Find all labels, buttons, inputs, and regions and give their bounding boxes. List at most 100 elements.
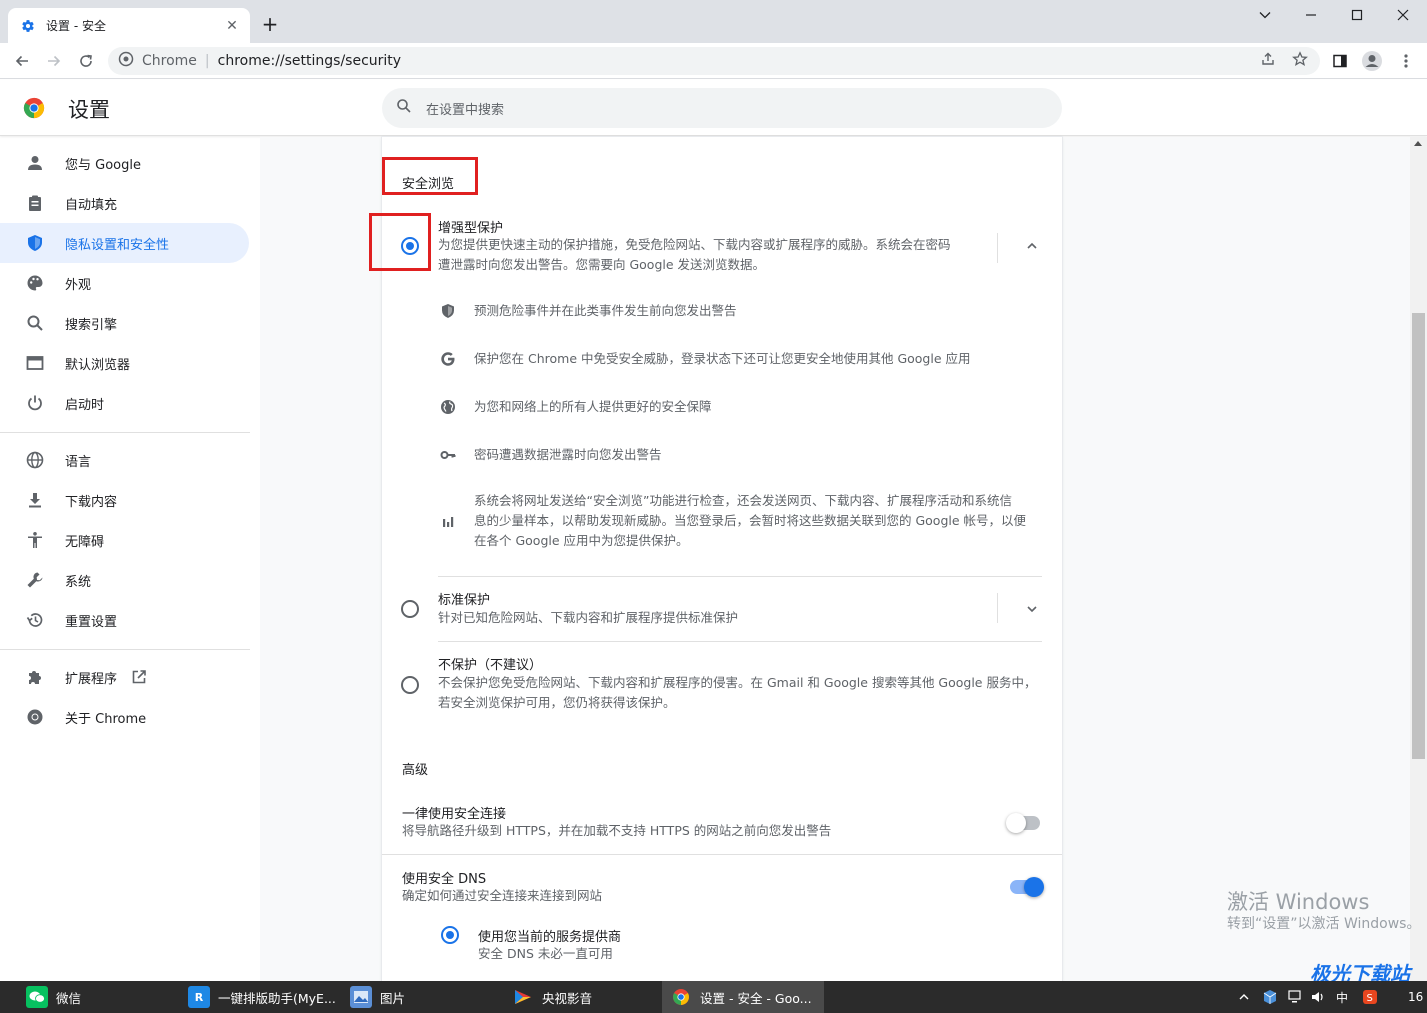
feature-text: 为您和网络上的所有人提供更好的安全保障 (474, 399, 712, 414)
profile-avatar-icon[interactable] (1358, 47, 1386, 75)
palette-icon (24, 272, 46, 294)
svg-text:S: S (1367, 993, 1373, 1004)
row-divider (382, 854, 1062, 855)
desc-line: 为您提供更快速主动的保护措施，免受危险网站、下载内容或扩展程序的威胁。系统会在密… (438, 237, 951, 252)
toggle-knob (1006, 813, 1026, 833)
sidebar-item-label: 隐私设置和安全性 (65, 237, 170, 253)
ime-indicator[interactable]: 中 (1336, 981, 1348, 1013)
secure-dns-toggle[interactable] (1010, 877, 1044, 897)
taskbar-item-cctv[interactable]: 央视影音 (504, 981, 660, 1013)
sidebar-item-default-browser[interactable]: 默认浏览器 (0, 343, 249, 383)
minimize-icon[interactable] (1288, 0, 1334, 30)
maximize-icon[interactable] (1334, 0, 1380, 30)
tray-chevron-icon[interactable] (1238, 981, 1250, 1013)
sidebar-item-label: 下载内容 (65, 494, 118, 510)
back-arrow-icon[interactable] (8, 47, 36, 75)
scroll-thumb[interactable] (1412, 313, 1425, 759)
sidebar-item-accessibility[interactable]: 无障碍 (0, 520, 249, 560)
taskbar-item-photos[interactable]: 图片 (342, 981, 502, 1013)
highlight-box-section-title (382, 157, 478, 195)
sidebar-item-languages[interactable]: 语言 (0, 440, 249, 480)
open-external-icon (131, 669, 147, 685)
https-toggle[interactable] (1006, 813, 1040, 833)
sidebar-item-privacy-security[interactable]: 隐私设置和安全性 (0, 223, 249, 263)
security-card: 安全浏览 增强型保护 为您提供更快速主动的保护措施，免受危险网站、下载内容或扩展… (382, 137, 1062, 981)
share-icon[interactable] (1256, 47, 1280, 71)
sidebar-item-search-engine[interactable]: 搜索引擎 (0, 303, 249, 343)
scroll-up-icon[interactable] (1414, 141, 1422, 146)
feature-line: 息的少量样本，以帮助发现新威胁。当您登录后，会暂时将这些数据关联到您的 Goog… (474, 513, 1027, 528)
row-divider (438, 576, 1042, 577)
chrome-logo-icon (23, 97, 45, 119)
page-scrollbar[interactable] (1410, 137, 1427, 981)
sidebar-item-label: 无障碍 (65, 534, 105, 550)
sidebar-item-system[interactable]: 系统 (0, 560, 249, 600)
close-tab-icon[interactable]: ✕ (224, 18, 240, 34)
sidebar-item-you-and-google[interactable]: 您与 Google (0, 143, 249, 183)
activate-windows-subtitle: 转到“设置”以激活 Windows。 (1227, 916, 1421, 932)
feature-item: 系统会将网址发送给“安全浏览”功能进行检查，还会发送网页、下载内容、扩展程序活动… (438, 491, 1044, 551)
forward-arrow-icon[interactable] (40, 47, 68, 75)
taskbar-label: 设置 - 安全 - Goo... (700, 990, 812, 1006)
volume-icon[interactable] (1310, 981, 1326, 1013)
tray-cube-icon[interactable] (1262, 981, 1278, 1013)
chrome-secure-icon (118, 51, 134, 71)
settings-search-input[interactable]: 在设置中搜索 (382, 88, 1062, 128)
sidebar-item-reset[interactable]: 重置设置 (0, 600, 249, 640)
sidebar-item-downloads[interactable]: 下载内容 (0, 480, 249, 520)
sidebar-divider (0, 649, 250, 650)
taskbar-item-chrome[interactable]: 设置 - 安全 - Goo... (662, 981, 824, 1013)
sidebar-item-about-chrome[interactable]: 关于 Chrome (0, 697, 249, 737)
menu-kebab-icon[interactable] (1392, 47, 1420, 75)
network-icon[interactable] (1288, 981, 1304, 1013)
globe-icon (24, 449, 46, 471)
taskbar-clock[interactable]: 16 (1408, 981, 1423, 1013)
sogou-ime-icon[interactable]: S (1362, 981, 1378, 1013)
sidebar-item-autofill[interactable]: 自动填充 (0, 183, 249, 223)
desc-line: 不会保护您免受危险网站、下载内容和扩展程序的侵害。在 Gmail 和 Googl… (438, 675, 1037, 690)
taskbar-item-myeditor[interactable]: R 一键排版助手(MyE... (180, 981, 340, 1013)
standard-protection-title: 标准保护 (438, 593, 491, 608)
chevron-down-icon[interactable] (1020, 597, 1044, 621)
history-icon (24, 609, 46, 631)
sidebar-item-appearance[interactable]: 外观 (0, 263, 249, 303)
row-divider (438, 641, 1042, 642)
no-protection-desc: 不会保护您免受危险网站、下载内容和扩展程序的侵害。在 Gmail 和 Googl… (438, 673, 1048, 713)
bookmark-star-icon[interactable] (1288, 47, 1312, 71)
sidebar-item-on-startup[interactable]: 启动时 (0, 383, 249, 423)
chevron-up-icon[interactable] (1020, 234, 1044, 258)
sidebar-item-label: 您与 Google (65, 157, 141, 173)
browser-toolbar: Chrome | chrome://settings/security (0, 43, 1427, 79)
tab-search-icon[interactable] (1242, 0, 1288, 30)
row-divider (997, 593, 998, 623)
clipboard-icon (24, 192, 46, 214)
wechat-icon (26, 986, 48, 1008)
feature-item: 密码遭遇数据泄露时向您发出警告 (438, 445, 662, 465)
new-tab-button[interactable]: + (258, 12, 282, 36)
side-panel-icon[interactable] (1326, 47, 1354, 75)
feature-text: 预测危险事件并在此类事件发生前向您发出警告 (474, 303, 737, 318)
close-window-icon[interactable] (1380, 0, 1426, 30)
taskbar-label: 微信 (56, 990, 82, 1006)
sidebar-item-label: 外观 (65, 277, 92, 293)
page-title: 设置 (68, 98, 110, 122)
wrench-icon (24, 569, 46, 591)
sidebar-item-label: 扩展程序 (65, 671, 118, 687)
feature-line: 系统会将网址发送给“安全浏览”功能进行检查，还会发送网页、下载内容、扩展程序活动… (474, 493, 1012, 508)
dns-option-desc: 安全 DNS 未必一直可用 (478, 946, 613, 961)
sidebar-item-extensions[interactable]: 扩展程序 (0, 657, 249, 697)
address-bar[interactable]: Chrome | chrome://settings/security (108, 47, 1320, 75)
taskbar-item-wechat[interactable]: 微信 (18, 981, 178, 1013)
sidebar-item-label: 启动时 (65, 397, 105, 413)
standard-protection-desc: 针对已知危险网站、下载内容和扩展程序提供标准保护 (438, 610, 739, 625)
tab-settings-security[interactable]: 设置 - 安全 ✕ (8, 8, 250, 43)
sidebar-item-label: 关于 Chrome (65, 711, 147, 727)
feature-item: 为您和网络上的所有人提供更好的安全保障 (438, 397, 712, 417)
dns-current-provider-radio[interactable] (441, 926, 459, 944)
search-icon (24, 312, 46, 334)
settings-sidebar: 您与 Google 自动填充 隐私设置和安全性 外观 搜索引擎 默认浏览器 启动… (0, 137, 260, 977)
no-protection-radio[interactable] (401, 676, 419, 694)
r-app-icon: R (188, 986, 210, 1008)
reload-icon[interactable] (72, 47, 100, 75)
standard-protection-radio[interactable] (401, 600, 419, 618)
